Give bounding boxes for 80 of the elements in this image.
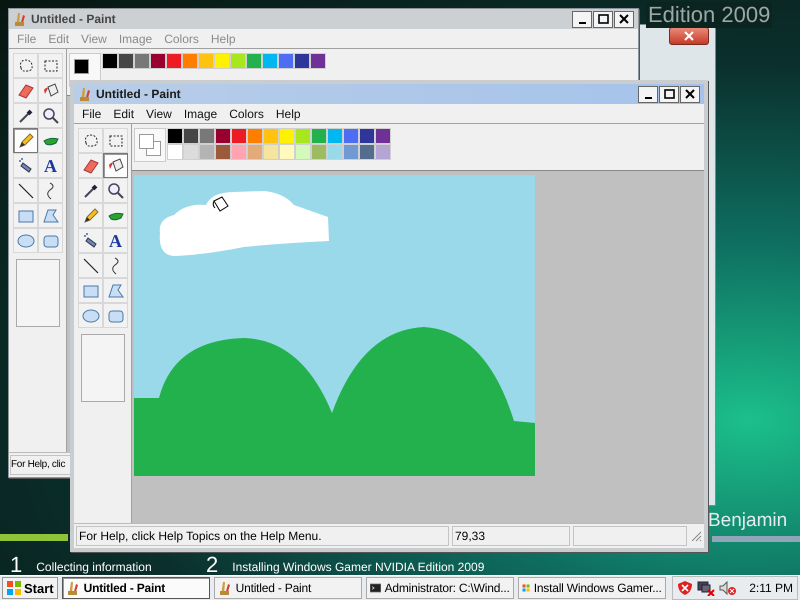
color-swatch[interactable] — [375, 128, 391, 144]
signature-text: Benjamin — [708, 510, 788, 532]
cursor-coordinates: 79,33 — [452, 526, 570, 546]
tool-button[interactable] — [103, 153, 128, 178]
windows-logo-icon — [6, 580, 22, 596]
menu-item[interactable]: Colors — [223, 106, 270, 120]
color-swatch[interactable] — [279, 128, 295, 144]
color-swatch[interactable] — [279, 144, 295, 160]
color-swatch[interactable] — [327, 144, 343, 160]
taskbar-button[interactable]: Untitled - Paint — [214, 577, 362, 599]
window-title: Untitled - Paint — [31, 12, 117, 26]
minimize-button[interactable] — [638, 86, 658, 102]
color-swatch[interactable] — [359, 128, 375, 144]
color-swatch[interactable] — [263, 144, 279, 160]
menu-item[interactable]: Image — [178, 106, 224, 120]
maximize-icon — [598, 14, 608, 24]
color-swatch[interactable] — [311, 144, 327, 160]
color-swatch[interactable] — [359, 144, 375, 160]
maximize-button[interactable] — [659, 86, 679, 102]
color-swatch[interactable] — [327, 128, 343, 144]
line-icon — [80, 256, 100, 276]
close-button[interactable] — [669, 27, 709, 45]
brush-cup-icon — [218, 580, 232, 596]
network-error-icon — [697, 580, 716, 596]
magnifier-icon — [40, 106, 60, 126]
clock: 2:11 PM — [749, 581, 793, 595]
color-swatch[interactable] — [167, 128, 183, 144]
color-swatch[interactable] — [215, 144, 231, 160]
status-text: For Help, click Help Topics on the Help Menu. — [76, 526, 449, 546]
color-swatch[interactable] — [247, 128, 263, 144]
color-swatch[interactable] — [247, 144, 263, 160]
color-swatch[interactable] — [167, 144, 183, 160]
color-swatch[interactable] — [231, 144, 247, 160]
tool-options-panel — [16, 259, 60, 327]
line-icon — [16, 180, 36, 200]
brush-cup-icon — [78, 86, 92, 102]
console-icon — [370, 581, 381, 595]
brush-cup-icon — [13, 11, 27, 27]
close-icon — [683, 31, 695, 41]
magnifier-icon — [106, 180, 126, 200]
edition-text: Edition 2009 — [646, 2, 772, 28]
shield-alert-icon — [677, 580, 694, 596]
menu-item[interactable]: Help — [270, 106, 307, 120]
color-swatch[interactable] — [295, 144, 311, 160]
step-number: 1 — [10, 556, 22, 574]
color-swatch[interactable] — [215, 128, 231, 144]
tool-options-panel — [81, 334, 125, 402]
step-label: Installing Windows Gamer NVIDIA Edition 2009 — [232, 560, 484, 574]
brush-cup-icon — [66, 580, 80, 596]
step-number: 2 — [206, 556, 218, 574]
taskbar-button[interactable]: Administrator: C:\Wind... — [366, 577, 514, 599]
close-icon — [685, 89, 695, 99]
color-swatch[interactable] — [199, 144, 215, 160]
taskbar-button[interactable]: Untitled - Paint — [62, 577, 210, 599]
color-swatch[interactable] — [183, 128, 199, 144]
paint-bucket-cursor-icon — [212, 196, 229, 212]
close-button[interactable] — [680, 86, 700, 102]
color-swatch[interactable] — [231, 128, 247, 144]
minimize-icon — [644, 96, 652, 98]
minimize-icon — [578, 22, 586, 24]
color-swatch[interactable] — [199, 128, 215, 144]
menu-item[interactable]: File — [76, 106, 108, 120]
tool-button[interactable]: A — [103, 228, 128, 253]
color-swatch[interactable] — [183, 144, 199, 160]
color-swatch[interactable] — [375, 144, 391, 160]
color-swatch[interactable] — [263, 128, 279, 144]
menu-item[interactable]: Edit — [107, 106, 140, 120]
step-label: Collecting information — [36, 560, 152, 574]
color-swatch[interactable] — [343, 128, 359, 144]
speaker-muted-icon — [719, 580, 738, 596]
color-swatch[interactable] — [343, 144, 359, 160]
window-title: Untitled - Paint — [96, 87, 182, 101]
color-swatch[interactable] — [295, 128, 311, 144]
taskbar-button[interactable]: Install Windows Gamer... — [518, 577, 666, 599]
resize-grip-icon — [690, 530, 702, 542]
close-icon — [619, 14, 629, 24]
menu-item[interactable]: View — [140, 106, 178, 120]
color-swatch[interactable] — [311, 128, 327, 144]
maximize-icon — [664, 89, 674, 99]
start-button[interactable]: Start — [2, 577, 58, 599]
